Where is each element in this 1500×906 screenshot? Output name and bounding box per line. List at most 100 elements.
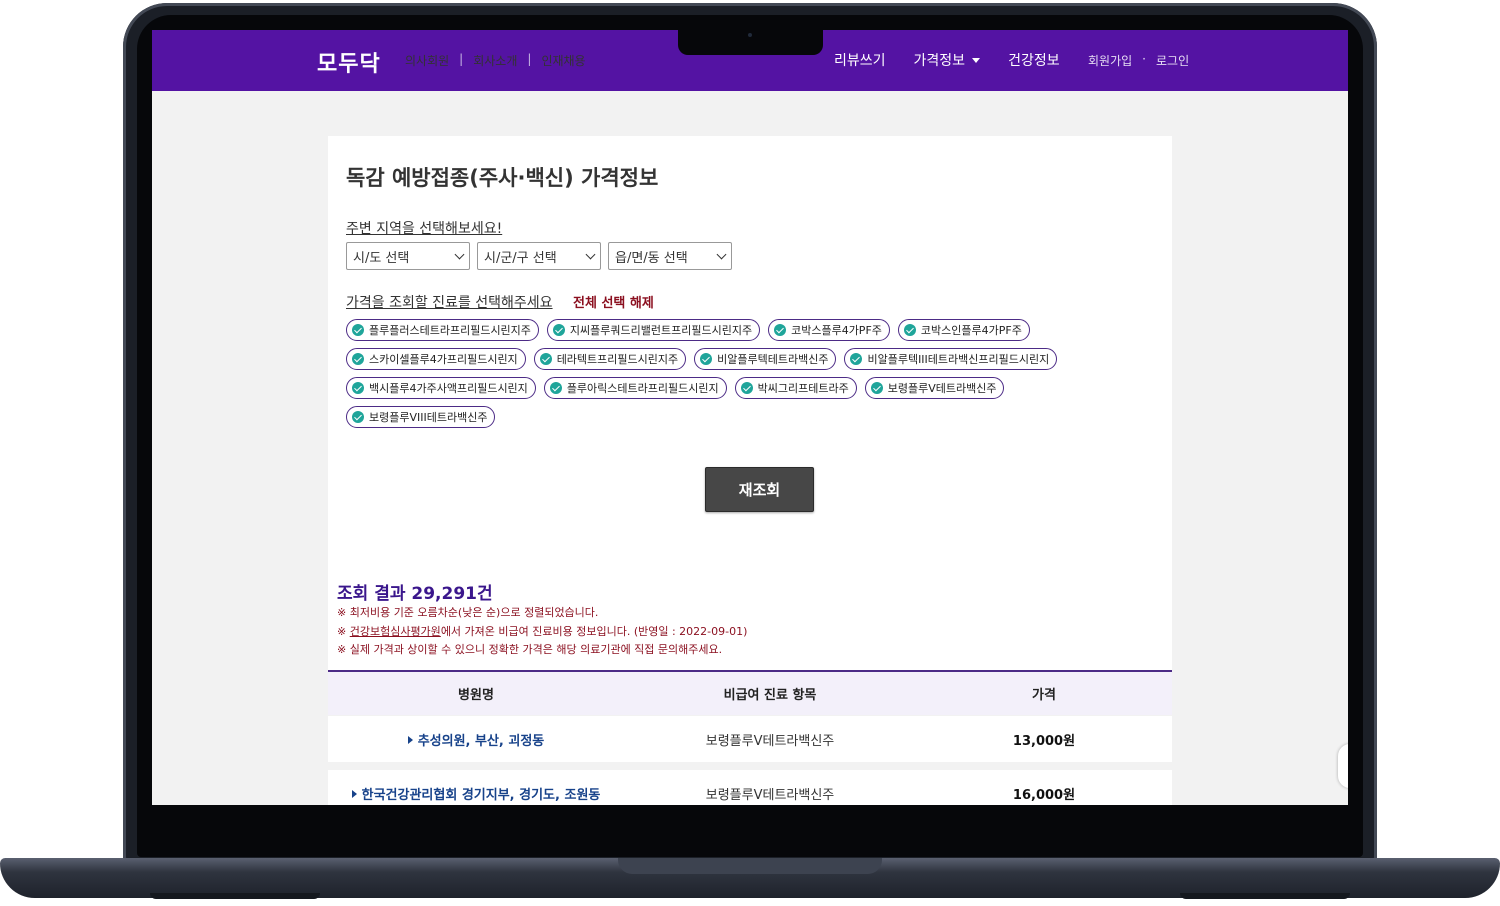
sido-select[interactable]: 시/도 선택 [346,242,470,270]
caret-right-icon [407,735,413,744]
check-circle-icon [903,324,916,336]
eupmyeondong-select[interactable]: 읍/면/동 선택 [608,242,732,270]
sigungu-select[interactable]: 시/군/구 선택 [477,242,601,270]
treatment-chip[interactable]: 플루플러스테트라프리필드시린지주 [346,319,539,341]
signup-link[interactable]: 회원가입 [1088,52,1132,69]
treatment-chip-label: 코박스플루4가PF주 [791,324,882,337]
check-circle-icon [352,382,364,394]
result-count: 조회 결과 29,291건 [337,584,493,604]
treatment-item: 보령플루Ⅴ테트라백신주 [705,733,835,749]
caret-down-icon [972,57,981,63]
laptop-base-notch [618,858,882,874]
sub-navigation: 의사회원 | 회사소개 | 인재채용 [395,52,596,69]
treatment-chip[interactable]: 비알플루텍테트라백신주 [694,348,837,370]
hira-link[interactable]: 건강보험심사평가원 [350,625,441,638]
hospital-name: 한국건강관리협회 경기지부, 경기도, 조원동 [361,787,601,803]
nav-price-info-label: 가격정보 [913,53,966,69]
treatment-chip-label: 보령플루VIII테트라백신주 [369,411,488,424]
treatment-chip[interactable]: 지씨플루쿼드리밸런트프리필드시린지주 [546,319,761,341]
source-note: ※ 건강보험심사평가원에서 가져온 비급여 진료비용 정보입니다. (반영일 :… [337,623,747,642]
laptop-foot-right [1180,893,1350,899]
check-circle-icon [352,353,364,365]
auth-navigation: 회원가입 · 로그인 [1088,52,1189,69]
treatment-chip-label: 코박스인플루4가PF주 [920,324,1022,337]
treatment-chip-label: 테라텍트프리필드시린지주 [556,353,679,366]
caret-right-icon [351,789,357,798]
nav-price-info[interactable]: 가격정보 [914,50,981,70]
clear-all-button[interactable]: 전체 선택 해제 [573,292,654,311]
floating-side-tab[interactable] [1338,744,1348,788]
check-circle-icon [352,324,364,336]
page-title: 독감 예방접종(주사·백신) 가격정보 [346,166,659,190]
hospital-name: 추성의원, 부산, 괴정동 [417,733,545,749]
check-circle-icon [549,382,562,394]
check-circle-icon [774,324,787,336]
price-value: 13,000원 [1012,733,1076,749]
hospital-link[interactable]: 추성의원, 부산, 괴정동 [328,730,624,749]
nav-health-info[interactable]: 건강정보 [1008,50,1060,70]
camera-icon [748,33,752,37]
table-row[interactable]: 추성의원, 부산, 괴정동 보령플루Ⅴ테트라백신주 13,000원 [328,716,1172,762]
check-circle-icon [700,353,713,365]
check-circle-icon [740,382,753,394]
treatment-chip-label: 지씨플루쿼드리밸런트프리필드시린지주 [569,324,753,337]
nav-doctor-member[interactable]: 의사회원 [395,52,459,69]
chevron-down-icon [454,249,465,259]
sido-select-value: 시/도 선택 [353,250,410,266]
treatment-chip[interactable]: 비알플루텍III테트라백신프리필드시린지 [844,348,1058,370]
source-note-prefix: ※ [337,624,350,638]
treatment-chip[interactable]: 보령플루Ⅴ테트라백신주 [864,377,1005,399]
nav-recruit[interactable]: 인재채용 [531,52,595,69]
treatment-chip-label: 백시플루4가주사액프리필드시린지 [369,382,528,395]
treatment-chip[interactable]: 코박스플루4가PF주 [768,319,890,341]
check-circle-icon [870,382,883,394]
price-table-header: 병원명 비급여 진료 항목 가격 [328,670,1172,715]
treatment-chip-label: 박씨그리프테트라주 [757,382,849,395]
login-link[interactable]: 로그인 [1156,52,1189,69]
treatment-chip[interactable]: 박씨그리프테트라주 [734,377,857,399]
treatment-chip-label: 비알플루텍III테트라백신프리필드시린지 [867,353,1050,366]
content-card: 독감 예방접종(주사·백신) 가격정보 주변 지역을 선택해보세요! 시/도 선… [328,136,1172,805]
camera-notch [678,30,823,55]
hospital-link[interactable]: 한국건강관리협회 경기지부, 경기도, 조원동 [328,784,624,803]
row-gap [328,762,1172,770]
chevron-down-icon [585,249,596,259]
check-circle-icon [850,353,863,365]
header-price: 가격 [1032,688,1056,703]
auth-separator: · [1142,52,1146,66]
requery-button[interactable]: 재조회 [705,467,814,512]
source-note-rest: 에서 가져온 비급여 진료비용 정보입니다. (반영일 : 2022-09-01… [440,624,748,638]
treatment-chips: 플루플러스테트라프리필드시린지주 지씨플루쿼드리밸런트프리필드시린지주 코박스플… [346,319,1146,428]
treatment-chip[interactable]: 플루아릭스테트라프리필드시린지 [543,377,727,399]
site-logo[interactable]: 모두닥 [317,46,381,78]
header-hospital: 병원명 [458,688,494,703]
region-label: 주변 지역을 선택해보세요! [346,221,503,237]
sort-note: ※ 최저비용 기준 오름차순(낮은 순)으로 정렬되었습니다. [337,606,599,619]
treatment-chip-label: 스카이셀플루4가프리필드시린지 [369,353,518,366]
nav-write-review[interactable]: 리뷰쓰기 [834,50,886,70]
sigungu-select-value: 시/군/구 선택 [484,250,557,266]
treatment-chip-label: 플루플러스테트라프리필드시린지주 [369,324,531,337]
check-circle-icon [352,411,364,423]
table-row[interactable]: 한국건강관리협회 경기지부, 경기도, 조원동 보령플루Ⅴ테트라백신주 16,0… [328,770,1172,805]
header-item: 비급여 진료 항목 [723,688,817,703]
region-selects: 시/도 선택 시/군/구 선택 읍/면/동 선택 [346,242,732,270]
disclaimer-note: ※ 실제 가격과 상이할 수 있으니 정확한 가격은 해당 의료기관에 직접 문… [337,643,723,656]
treatment-chip[interactable]: 백시플루4가주사액프리필드시린지 [346,377,536,399]
treatment-chip[interactable]: 테라텍트프리필드시린지주 [533,348,687,370]
laptop-foot-left [150,893,320,899]
check-circle-icon [539,353,552,365]
nav-health-info-label: 건강정보 [1008,53,1060,69]
result-notes: ※ 최저비용 기준 오름차순(낮은 순)으로 정렬되었습니다. ※ 건강보험심사… [337,604,747,660]
main-navigation: 리뷰쓰기 가격정보 건강정보 [834,50,1088,70]
treatment-chip-label: 플루아릭스테트라프리필드시린지 [566,382,719,395]
treatment-label: 가격을 조회할 진료를 선택해주세요 [346,295,553,311]
check-circle-icon [552,324,565,336]
nav-company-intro[interactable]: 회사소개 [463,52,527,69]
treatment-item: 보령플루Ⅴ테트라백신주 [705,787,835,803]
chevron-down-icon [716,249,727,259]
treatment-chip[interactable]: 보령플루VIII테트라백신주 [346,406,496,428]
nav-write-review-label: 리뷰쓰기 [834,53,886,69]
treatment-chip[interactable]: 스카이셀플루4가프리필드시린지 [346,348,526,370]
treatment-chip[interactable]: 코박스인플루4가PF주 [897,319,1030,341]
